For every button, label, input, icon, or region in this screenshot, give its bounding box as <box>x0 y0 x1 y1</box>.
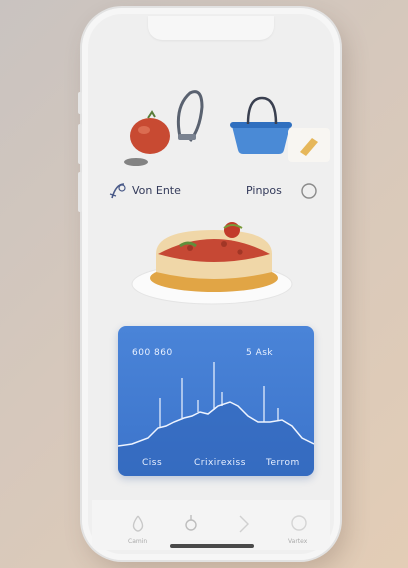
chart-bottom-right-label: Terrom <box>266 458 300 468</box>
chart-top-right-label: 5 Ask <box>246 348 274 358</box>
dish-illustration <box>131 222 293 305</box>
tab-right-label: Vartex <box>288 538 308 545</box>
chart-top-left-label: 600 860 <box>132 348 173 358</box>
tomato-icon <box>124 110 170 166</box>
ingredients-illustration <box>124 90 330 166</box>
header-row: Von Ente Pinpos <box>106 180 322 204</box>
chart-bottom-left-label: Ciss <box>142 458 163 468</box>
cheese-icon <box>288 128 330 162</box>
volume-down-button <box>78 172 82 212</box>
chevron-icon[interactable] <box>236 514 252 534</box>
pear-icon[interactable] <box>130 514 146 534</box>
lemon-icon <box>109 183 126 199</box>
cheese-icon[interactable] <box>290 514 308 532</box>
app-screen: Von Ente Pinpos 600 860 5 Ask Ciss Crixi… <box>92 42 330 550</box>
bottom-tabbar: Camin Vartex <box>92 500 330 550</box>
activity-chart-card[interactable]: 600 860 5 Ask Ciss Crixirexiss Terrom <box>118 326 314 476</box>
stopwatch-icon <box>176 90 204 142</box>
bucket-icon <box>230 96 292 154</box>
phone-frame: Von Ente Pinpos 600 860 5 Ask Ciss Crixi… <box>82 8 340 560</box>
tab-left-label: Camin <box>128 538 148 545</box>
header-left-label: Von Ente <box>132 184 181 197</box>
search-circle-icon[interactable] <box>300 182 318 200</box>
stopwatch-icon[interactable] <box>184 512 198 534</box>
home-indicator[interactable] <box>170 544 254 548</box>
volume-up-button <box>78 124 82 164</box>
phone-notch <box>148 16 274 40</box>
mute-switch <box>78 92 82 114</box>
chart-bottom-center-label: Crixirexiss <box>194 458 246 468</box>
header-right-label: Pinpos <box>246 184 282 197</box>
